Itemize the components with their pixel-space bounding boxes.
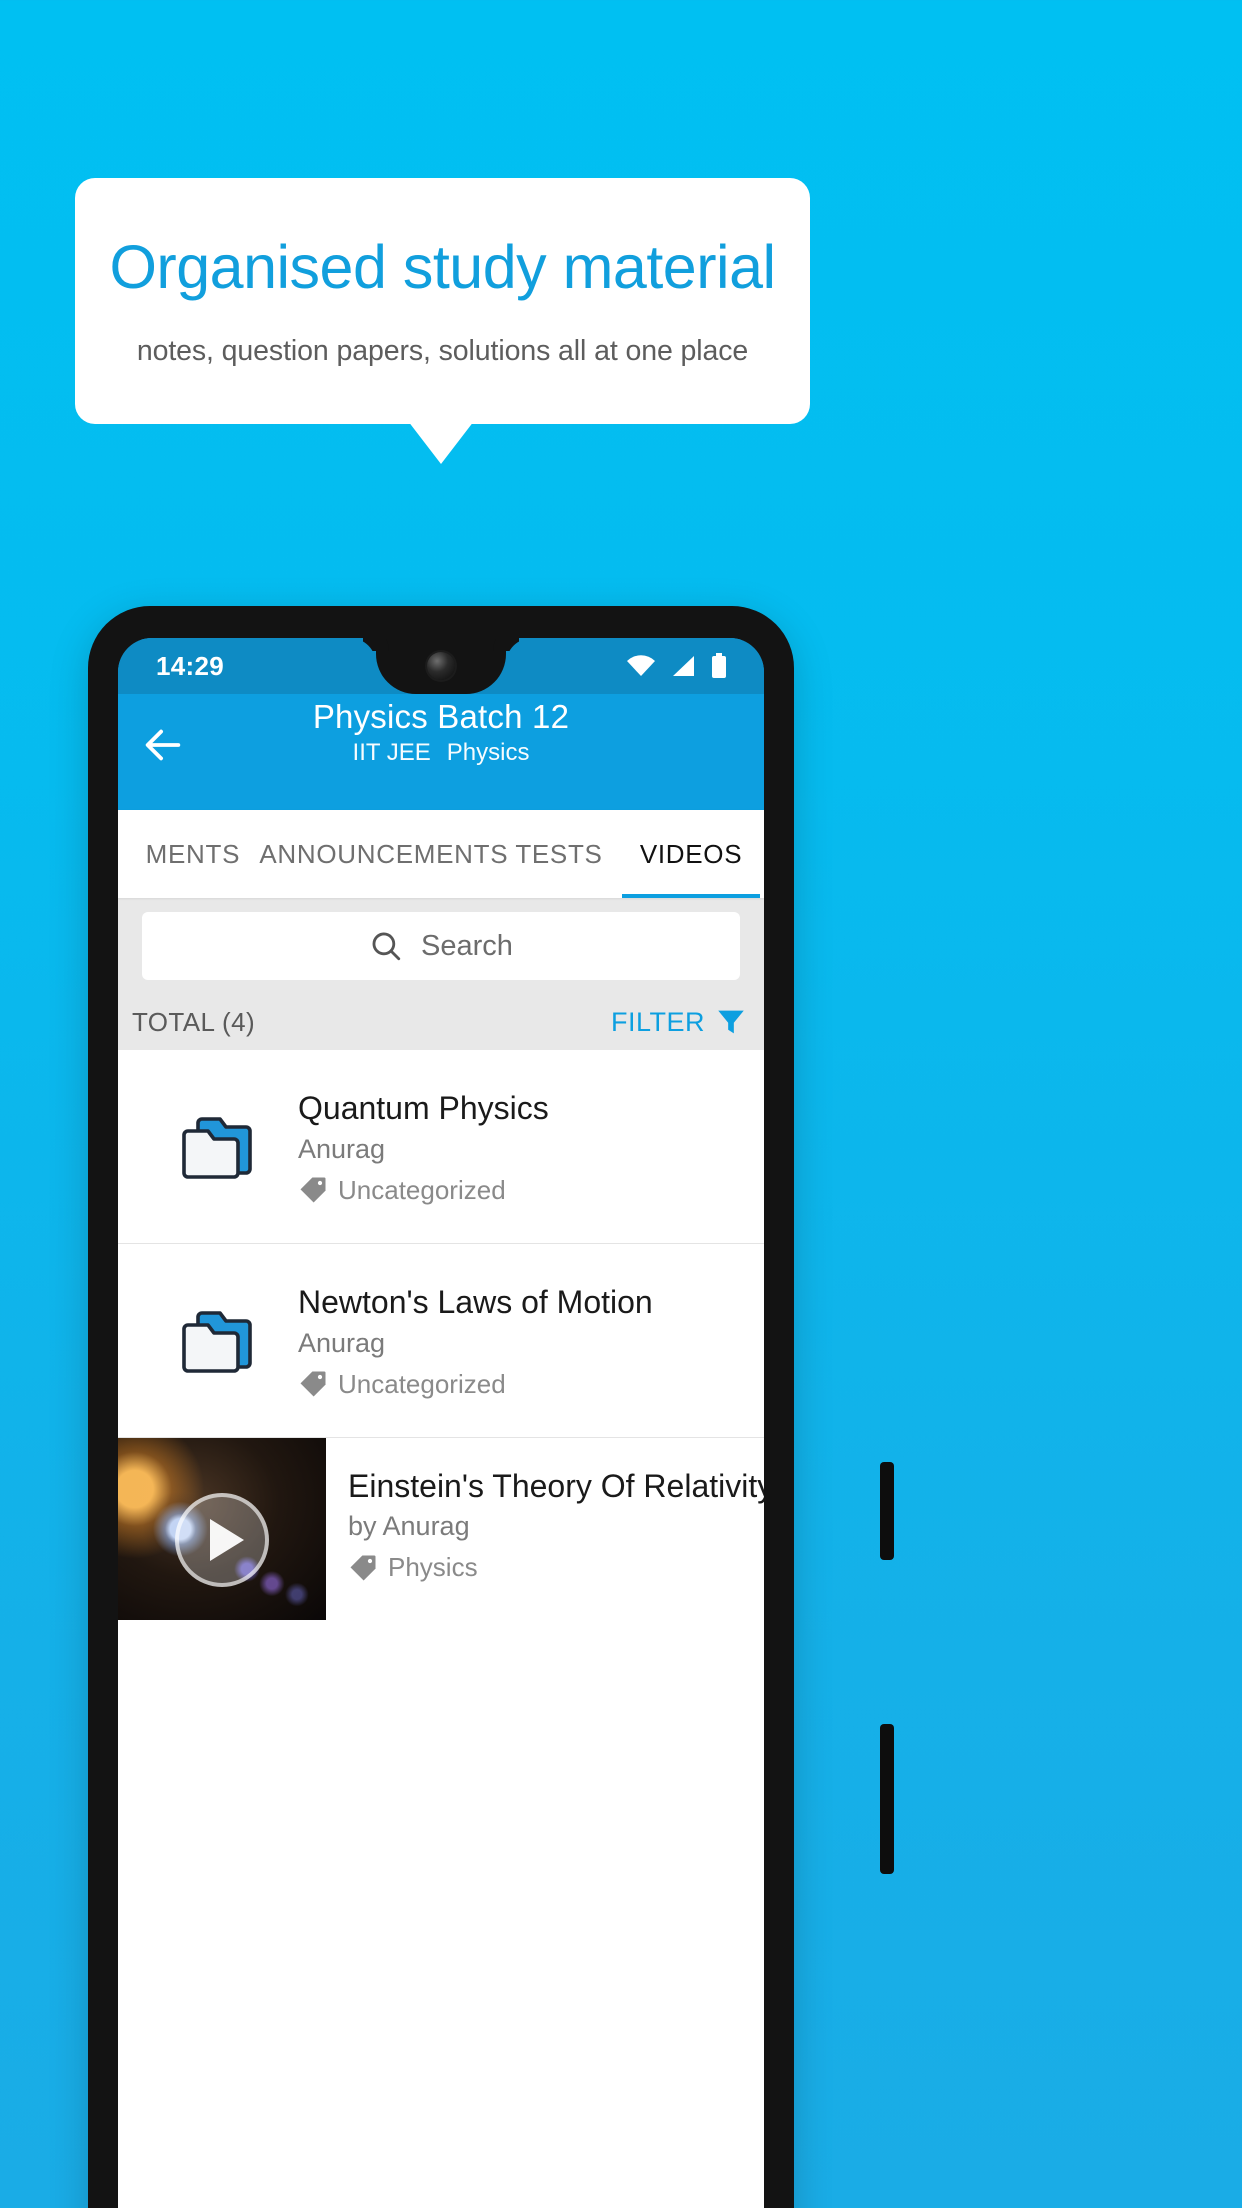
list-item-text: Quantum Physics Anurag Uncategorized (292, 1088, 764, 1206)
folder-icon (180, 1307, 292, 1375)
tab-videos[interactable]: VIDEOS (618, 810, 764, 898)
breadcrumb-subject: Physics (446, 739, 530, 766)
list-item[interactable]: Newton's Laws of Motion Anurag Uncategor… (118, 1244, 764, 1438)
front-camera-icon (427, 652, 455, 680)
promo-callout-tail (408, 421, 474, 464)
page-title: Physics Batch 12 (312, 698, 570, 735)
app-bar: Physics Batch 12 IIT JEE Physics (118, 694, 764, 810)
list-item-tag-text: Physics (388, 1552, 478, 1582)
phone-mockup: 14:29 Physics Batch 12 IIT JEE Physics M… (88, 606, 894, 2208)
phone-power-button (880, 1462, 894, 1560)
signal-icon (673, 656, 694, 676)
promo-headline: Organised study material (109, 232, 776, 301)
breadcrumb: IIT JEE Physics (118, 739, 764, 767)
phone-volume-button (880, 1724, 894, 1874)
list-item-author: Anurag (298, 1327, 386, 1358)
list-item-tag: Uncategorized (298, 1369, 764, 1400)
play-button-icon[interactable] (175, 1492, 269, 1587)
tab-bar: MENTS ANNOUNCEMENTS TESTS VIDEOS (118, 810, 764, 898)
list-item-text: Newton's Laws of Motion Anurag Uncategor… (292, 1282, 764, 1400)
list-item-tag-text: Uncategorized (338, 1174, 506, 1205)
tab-announcements[interactable]: ANNOUNCEMENTS (259, 810, 507, 898)
filter-label: FILTER (610, 1006, 705, 1037)
app-bar-titles: Physics Batch 12 IIT JEE Physics (118, 698, 764, 767)
list-item-tag-text: Uncategorized (338, 1368, 506, 1399)
status-time: 14:29 (156, 650, 224, 681)
video-thumbnail[interactable] (118, 1438, 326, 1620)
list-item-text: Einstein's Theory Of Relativity by Anura… (326, 1438, 764, 1620)
search-placeholder: Search (421, 929, 513, 962)
tag-icon (300, 1371, 326, 1397)
list-item-tag: Uncategorized (298, 1175, 764, 1206)
list-item-title: Quantum Physics (298, 1089, 549, 1126)
status-icons (626, 653, 728, 679)
battery-icon (712, 653, 726, 678)
list-item[interactable]: Quantum Physics Anurag Uncategorized (118, 1050, 764, 1244)
list-item-title: Newton's Laws of Motion (298, 1283, 653, 1320)
search-input[interactable]: Search (142, 912, 740, 980)
list-item[interactable]: Einstein's Theory Of Relativity by Anura… (118, 1438, 764, 1620)
tab-tests[interactable]: TESTS (500, 810, 618, 898)
search-zone: Search TOTAL (4) FILTER (118, 898, 764, 1050)
total-count-label: TOTAL (4) (132, 1006, 256, 1037)
folder-icon (180, 1113, 292, 1181)
breadcrumb-course: IIT JEE (352, 739, 431, 766)
tag-icon (300, 1177, 326, 1203)
list-item-title: Einstein's Theory Of Relativity (348, 1468, 764, 1504)
filter-button[interactable]: FILTER (611, 1005, 748, 1039)
filter-funnel-icon (718, 1010, 744, 1034)
tag-icon (350, 1555, 376, 1580)
search-icon (372, 932, 401, 961)
list-item-author: Anurag (298, 1133, 386, 1164)
content-list[interactable]: Quantum Physics Anurag Uncategorized New… (118, 1050, 764, 2208)
phone-screen: 14:29 Physics Batch 12 IIT JEE Physics M… (118, 638, 764, 2208)
promo-subtitle: notes, question papers, solutions all at… (136, 335, 749, 368)
list-toolbar: TOTAL (4) FILTER (118, 994, 764, 1050)
phone-notch (376, 638, 506, 694)
wifi-icon (627, 655, 655, 676)
list-item-author: by Anurag (348, 1511, 470, 1541)
tab-ments[interactable]: MENTS (118, 810, 268, 898)
list-item-tag: Physics (348, 1552, 764, 1583)
promo-callout-card: Organised study material notes, question… (75, 178, 810, 424)
